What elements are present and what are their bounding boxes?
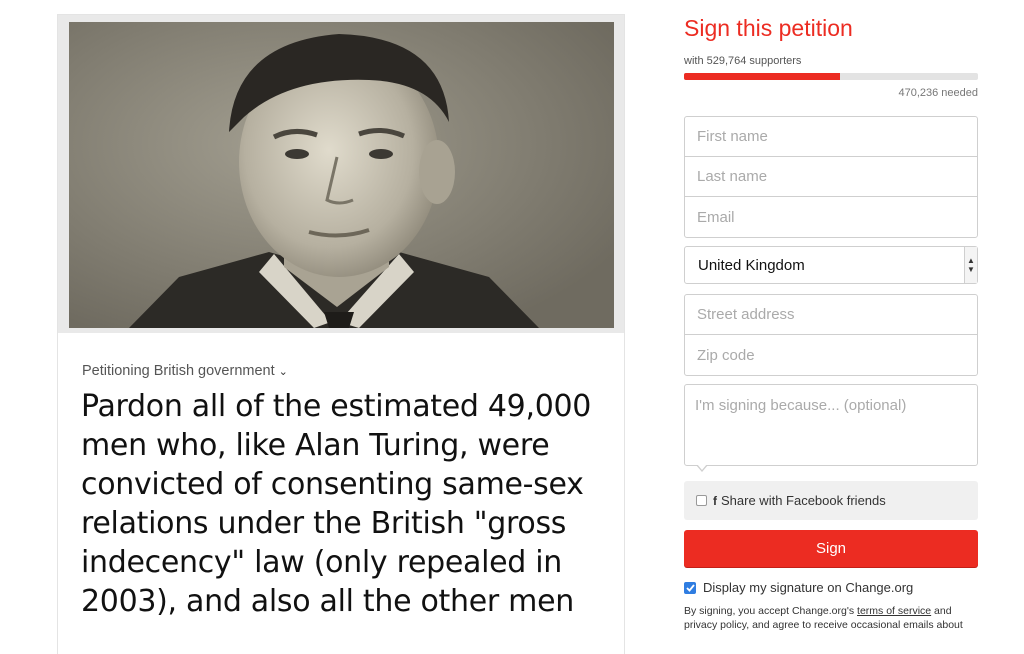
chevron-down-icon: ⌄ [278,366,288,378]
country-select-value: United Kingdom [698,256,805,274]
petitioning-label: Petitioning British government [82,363,275,379]
street-field-wrap [685,295,977,335]
petition-photo [69,22,614,328]
display-signature-label: Display my signature on Change.org [703,580,914,595]
display-signature-option[interactable]: Display my signature on Change.org [684,580,913,595]
terms-notice: By signing, you accept Change.org's term… [684,604,978,632]
facebook-share-option[interactable]: f Share with Facebook friends [684,481,978,520]
email-input[interactable] [695,207,977,227]
petition-headline: Pardon all of the estimated 49,000 men w… [81,389,592,619]
signatures-needed: 470,236 needed [898,87,978,99]
last-name-field-wrap [685,157,977,197]
petitioning-target-dropdown[interactable]: Petitioning British government ⌄ [82,363,288,379]
facebook-icon: f [713,493,717,508]
facebook-share-checkbox[interactable] [696,495,707,506]
street-address-input[interactable] [695,305,977,324]
terms-middle: and [931,605,952,617]
name-email-group [684,116,978,238]
signature-progress-fill [684,73,840,80]
reason-placeholder: I'm signing because... (optional) [695,397,907,414]
first-name-field-wrap [685,117,977,157]
terms-of-service-link[interactable]: terms of service [857,605,931,617]
display-signature-checkbox[interactable] [684,581,696,594]
last-name-input[interactable] [695,167,977,186]
signature-progress-bar [684,73,978,80]
reason-tail-inner [697,464,707,470]
checkmark-icon [685,583,695,592]
reason-textarea[interactable]: I'm signing because... (optional) [684,384,978,466]
country-select[interactable]: United Kingdom ▲ ▼ [684,246,978,284]
facebook-share-label: Share with Facebook friends [721,493,886,508]
zip-field-wrap [685,335,977,375]
petition-photo-frame [58,15,624,333]
select-arrow-icon: ▲ ▼ [964,247,977,283]
address-group [684,294,978,376]
zip-code-input[interactable] [695,345,977,365]
sign-title: Sign this petition [684,15,853,41]
petition-card: Petitioning British government ⌄ Pardon a… [57,14,625,654]
terms-prefix: By signing, you accept Change.org's [684,605,858,617]
email-field-wrap [685,197,977,237]
terms-line2: privacy policy, and agree to receive occ… [684,619,963,631]
supporters-count: with 529,764 supporters [684,55,802,67]
first-name-input[interactable] [695,127,977,146]
sign-button[interactable]: Sign [684,530,978,567]
